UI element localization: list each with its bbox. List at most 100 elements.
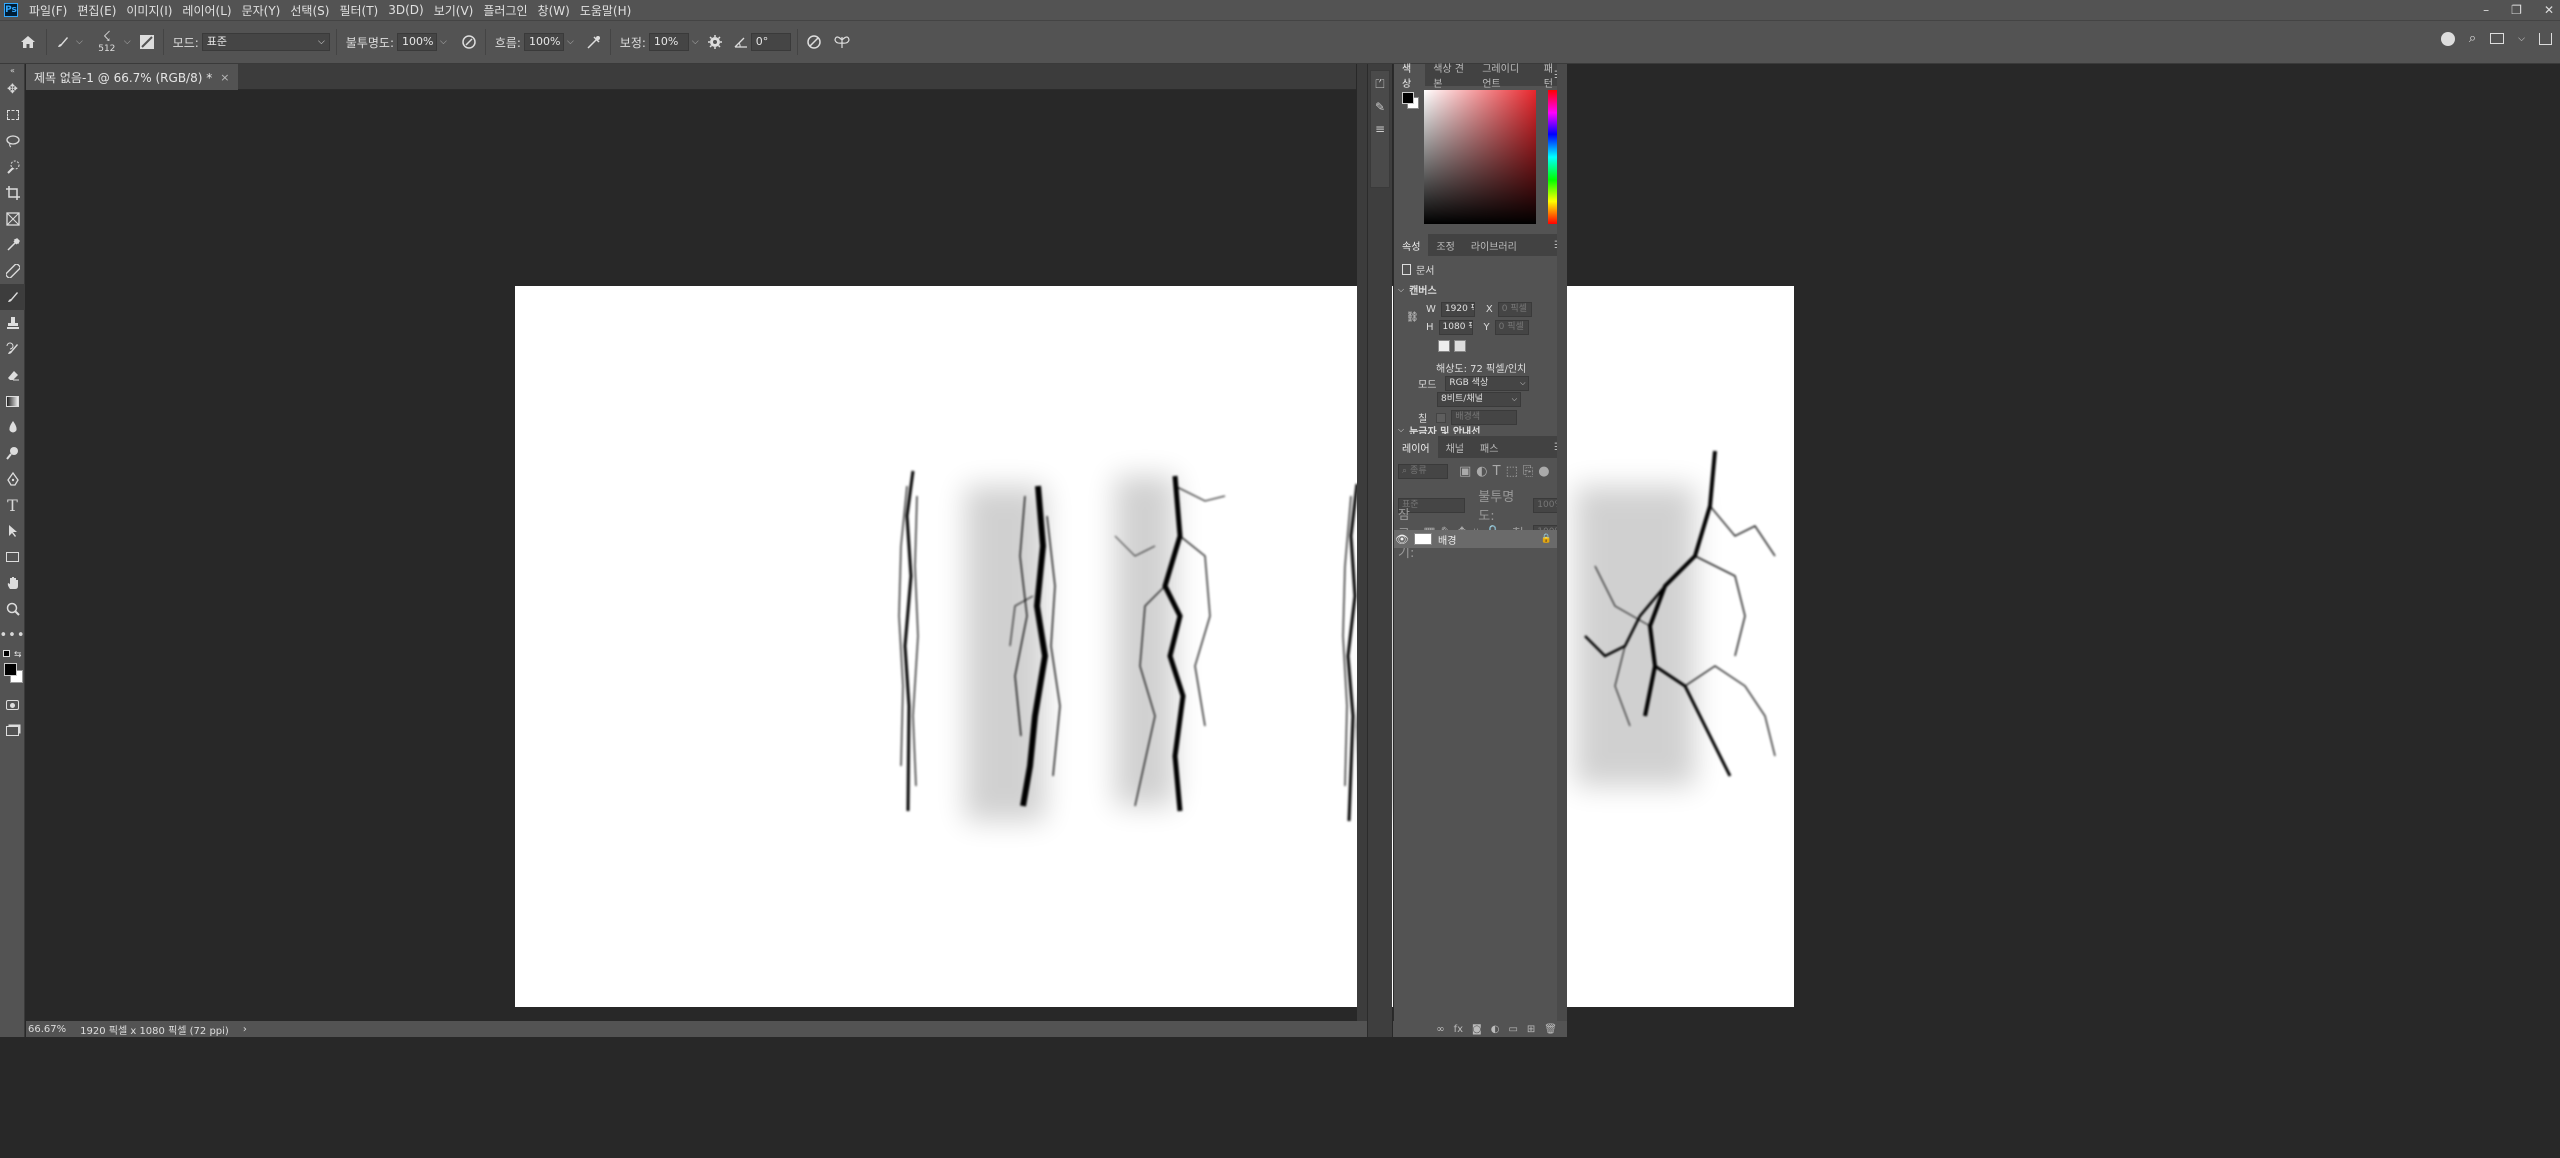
tab-paths[interactable]: 패스 [1472, 436, 1506, 458]
chevron-down-icon[interactable]: ⌵ [76, 37, 83, 47]
menu-window[interactable]: 창(W) [533, 2, 575, 19]
menu-3d[interactable]: 3D(D) [383, 3, 428, 17]
menu-view[interactable]: 보기(V) [429, 2, 479, 19]
filter-toggle-icon[interactable]: ● [1538, 464, 1549, 479]
symmetry-butterfly-icon[interactable] [832, 32, 852, 52]
tab-layers[interactable]: 레이어 [1394, 436, 1438, 458]
pen-tool-icon[interactable] [0, 466, 25, 492]
tab-swatches[interactable]: 색상 견본 [1425, 64, 1474, 90]
hand-tool-icon[interactable] [0, 570, 25, 596]
crop-tool-icon[interactable] [0, 180, 25, 206]
document-tab[interactable]: 제목 없음-1 @ 66.7% (RGB/8) * × [26, 64, 238, 90]
chevron-down-icon[interactable]: ⌵ [692, 37, 699, 47]
filter-shape-icon[interactable]: ⬚ [1506, 464, 1518, 479]
delete-layer-icon[interactable]: 🗑 [1544, 1024, 1557, 1035]
share-icon[interactable] [2539, 32, 2552, 45]
chevron-down-icon[interactable]: ⌵ [440, 37, 447, 47]
brush-settings-icon[interactable]: ✎ [1375, 100, 1385, 114]
airbrush-icon[interactable] [584, 32, 604, 52]
brush-settings-panel-icon[interactable] [137, 32, 157, 52]
frame-tool-icon[interactable] [0, 206, 25, 232]
brush-tool-preset-icon[interactable] [53, 32, 73, 52]
tab-properties[interactable]: 속성 [1394, 234, 1429, 256]
fill-select[interactable]: 배경색 [1451, 410, 1518, 425]
collapse-toolbar-icon[interactable]: « [0, 64, 25, 76]
layer-filter-search[interactable]: ⌕ 종류 [1398, 464, 1448, 479]
filter-adjustment-icon[interactable]: ◐ [1476, 464, 1487, 479]
menu-image[interactable]: 이미지(I) [121, 2, 177, 19]
chevron-down-icon[interactable]: ⌵ [1398, 426, 1404, 434]
gear-icon[interactable] [705, 32, 725, 52]
panels-scrollbar[interactable] [1557, 64, 1567, 1037]
move-tool-icon[interactable]: ✥ [0, 76, 25, 102]
pressure-opacity-icon[interactable] [459, 32, 479, 52]
filter-smart-object-icon[interactable]: ⎘ [1523, 464, 1533, 479]
menu-select[interactable]: 선택(S) [285, 2, 334, 19]
link-dimensions-icon[interactable]: ⛓ [1406, 312, 1419, 323]
healing-brush-tool-icon[interactable] [0, 258, 25, 284]
eraser-tool-icon[interactable] [0, 362, 25, 388]
type-tool-icon[interactable]: T [0, 492, 25, 518]
tab-libraries[interactable]: 라이브러리 [1463, 234, 1525, 256]
zoom-level[interactable]: 66.67% [28, 1024, 66, 1035]
portrait-orientation-icon[interactable] [1438, 340, 1450, 352]
canvas-area[interactable] [26, 90, 1794, 1021]
dodge-tool-icon[interactable] [0, 440, 25, 466]
smoothing-input[interactable]: 10% [648, 33, 689, 51]
gradient-tool-icon[interactable] [0, 388, 25, 414]
foreground-color-swatch[interactable] [1402, 92, 1414, 104]
menu-filter[interactable]: 필터(T) [334, 2, 383, 19]
zoom-tool-icon[interactable] [0, 596, 25, 622]
rectangle-tool-icon[interactable] [0, 544, 25, 570]
opacity-input[interactable]: 100% [397, 33, 437, 51]
menu-type[interactable]: 문자(Y) [237, 2, 286, 19]
menu-edit[interactable]: 편집(E) [72, 2, 121, 19]
eye-icon[interactable]: 👁 [1394, 533, 1410, 546]
more-tools-icon[interactable]: ••• [0, 622, 25, 648]
path-selection-tool-icon[interactable] [0, 518, 25, 544]
chevron-down-icon[interactable]: ⌵ [124, 37, 131, 47]
marquee-tool-icon[interactable] [0, 102, 25, 128]
fill-color-swatch[interactable] [1436, 412, 1447, 423]
foreground-color-swatch[interactable] [4, 663, 17, 676]
flow-input[interactable]: 100% [523, 33, 564, 51]
x-input[interactable]: 0 픽셀 [1497, 302, 1532, 317]
brush-tool-icon[interactable] [0, 284, 25, 310]
share-avatar-icon[interactable] [2440, 31, 2455, 46]
angle-input[interactable]: 0° [750, 33, 791, 51]
new-group-icon[interactable]: ▭ [1508, 1024, 1517, 1035]
photoshop-logo-icon[interactable]: Ps [4, 3, 18, 17]
home-icon[interactable] [16, 32, 40, 52]
tab-color[interactable]: 색상 [1394, 64, 1426, 90]
swap-colors-icon[interactable]: ⇆ [14, 650, 22, 660]
workspace-icon[interactable] [2490, 33, 2505, 44]
y-input[interactable]: 0 픽셀 [1494, 320, 1529, 335]
canvas-vertical-scrollbar[interactable] [1357, 64, 1367, 1021]
document-canvas[interactable] [515, 286, 1794, 1007]
layer-row[interactable]: 👁 배경 🔒 [1394, 530, 1558, 548]
adjustments-icon[interactable]: ≡ [1375, 122, 1385, 136]
close-tab-icon[interactable]: × [220, 71, 229, 84]
tab-adjustments[interactable]: 조정 [1428, 234, 1462, 256]
history-brush-tool-icon[interactable] [0, 336, 25, 362]
new-adjustment-layer-icon[interactable]: ◐ [1491, 1024, 1500, 1035]
tab-gradients[interactable]: 그레이디언트 [1474, 64, 1536, 90]
layer-style-icon[interactable]: fx [1454, 1024, 1463, 1035]
search-icon[interactable]: ⌕ [2469, 31, 2476, 46]
color-mode-select[interactable]: RGB 색상 ⌵ [1445, 376, 1530, 391]
history-panel-icon[interactable]: ⏍ [1375, 77, 1384, 92]
filter-type-icon[interactable]: T [1493, 464, 1501, 479]
chevron-down-icon[interactable]: ⌵ [2518, 34, 2525, 44]
tab-channels[interactable]: 채널 [1438, 436, 1472, 458]
screen-mode-icon[interactable] [0, 718, 25, 744]
height-input[interactable]: 1080 픽셀 [1438, 320, 1473, 335]
lasso-tool-icon[interactable] [0, 128, 25, 154]
bit-depth-select[interactable]: 8비트/채널 ⌵ [1437, 392, 1521, 407]
eyedropper-tool-icon[interactable] [0, 232, 25, 258]
blur-tool-icon[interactable] [0, 414, 25, 440]
default-colors-icon[interactable] [3, 650, 10, 657]
quick-mask-icon[interactable] [0, 692, 25, 718]
new-layer-icon[interactable]: ⊞ [1527, 1024, 1535, 1035]
menu-layer[interactable]: 레이어(L) [177, 2, 236, 19]
layer-name[interactable]: 배경 [1438, 532, 1541, 547]
